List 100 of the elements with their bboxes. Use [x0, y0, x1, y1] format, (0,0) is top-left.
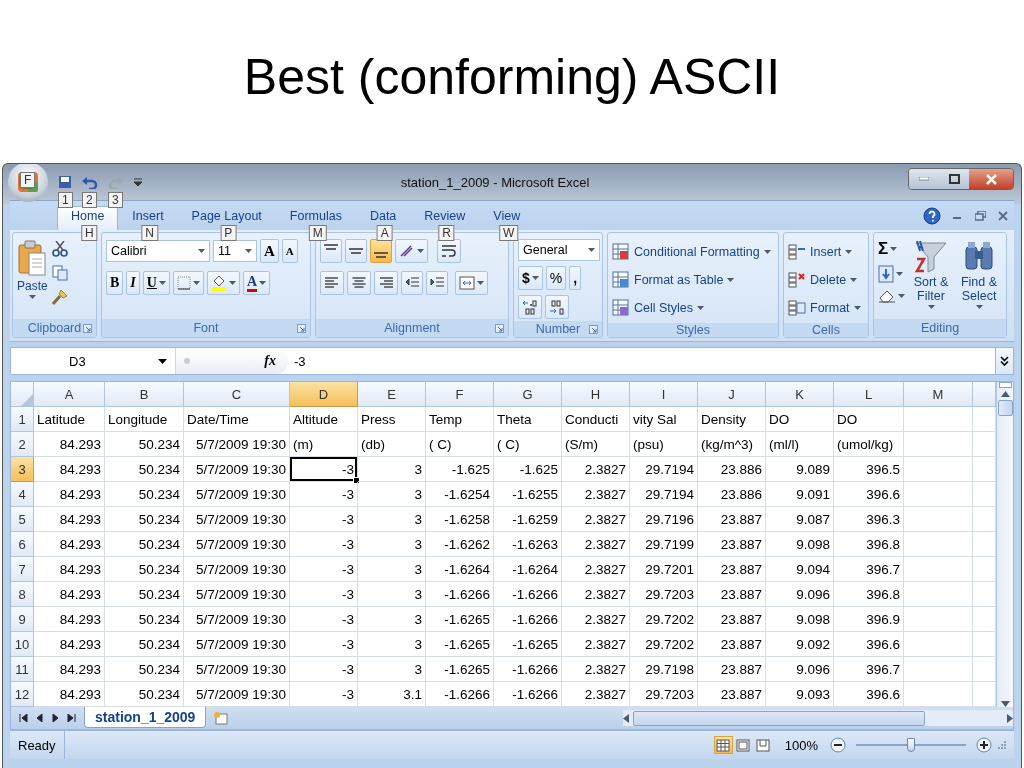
last-sheet-icon[interactable]	[67, 714, 76, 722]
currency-button[interactable]: $	[518, 266, 543, 290]
align-right-button[interactable]	[374, 271, 398, 295]
close-workbook-icon[interactable]	[998, 210, 1008, 221]
wrap-text-button[interactable]	[437, 239, 461, 263]
column-header[interactable]: G	[494, 382, 562, 407]
align-left-button[interactable]	[320, 271, 344, 295]
row-header[interactable]: 8	[11, 582, 34, 607]
cut-button[interactable]	[51, 241, 68, 257]
zoom-in-button[interactable]	[976, 737, 992, 753]
dialog-launcher-icon[interactable]	[495, 323, 504, 333]
table-cell: 5/7/2009 19:30	[184, 607, 290, 632]
delete-button[interactable]: Delete	[788, 267, 861, 293]
view-button[interactable]	[753, 736, 773, 754]
vertical-align-button[interactable]	[370, 239, 392, 263]
row-header[interactable]: 7	[11, 557, 34, 582]
autosum-button[interactable]: Σ	[878, 239, 905, 259]
increase-indent-button[interactable]	[426, 271, 448, 295]
underline-button[interactable]: U	[142, 271, 170, 295]
quick-access-button[interactable]	[82, 175, 98, 189]
conditional-formatting-button[interactable]: Conditional Formatting	[612, 239, 771, 265]
row-header[interactable]: 5	[11, 507, 34, 532]
scrollbar-thumb[interactable]	[997, 400, 1013, 416]
clear-button[interactable]	[878, 289, 905, 303]
column-header[interactable]: L	[834, 382, 904, 407]
row-header[interactable]: 12	[11, 682, 34, 707]
format-as-table-button[interactable]: Format as Table	[612, 267, 771, 293]
column-header[interactable]: D	[290, 382, 358, 407]
view-button[interactable]	[733, 736, 753, 754]
format-painter-button[interactable]	[51, 289, 68, 305]
fill-color-button[interactable]	[206, 271, 240, 295]
column-header[interactable]: F	[426, 382, 494, 407]
column-header[interactable]: M	[904, 382, 973, 407]
increase-decimal-button[interactable]	[518, 295, 542, 319]
borders-button[interactable]	[172, 271, 204, 295]
column-header[interactable]: K	[766, 382, 834, 407]
copy-button[interactable]	[51, 265, 68, 281]
row-header[interactable]: 2	[11, 432, 34, 457]
number-format-field[interactable]: General	[518, 239, 600, 261]
column-header[interactable]: A	[34, 382, 105, 407]
insert-sheet-button[interactable]	[212, 711, 231, 725]
italic-button[interactable]: I	[126, 271, 140, 295]
cell-styles-button[interactable]: Cell Styles	[612, 295, 771, 321]
row-header[interactable]: 6	[11, 532, 34, 557]
orientation-button[interactable]	[395, 239, 428, 263]
decrease-indent-button[interactable]	[401, 271, 423, 295]
percent-button[interactable]: %	[545, 266, 567, 290]
customize-toolbar-icon[interactable]	[134, 178, 142, 186]
restore-workbook-icon[interactable]	[975, 210, 986, 221]
merge-button[interactable]	[455, 271, 488, 295]
sort-filter-button[interactable]: Sort & Filter	[909, 239, 953, 317]
find-select-button[interactable]: Find & Select	[957, 239, 1001, 317]
vertical-scrollbar[interactable]	[996, 382, 1013, 707]
zoom-out-button[interactable]	[830, 737, 846, 753]
insert-button[interactable]: Insert	[788, 239, 861, 265]
expand-formula-bar-button[interactable]	[995, 348, 1013, 374]
font-size-field[interactable]: 11	[213, 240, 257, 262]
grow-font-button[interactable]: A	[260, 239, 279, 263]
row-header[interactable]: 4	[11, 482, 34, 507]
row-header[interactable]: 11	[11, 657, 34, 682]
shrink-font-button[interactable]: A	[281, 239, 298, 263]
quick-access-button[interactable]	[58, 175, 72, 189]
zoom-slider-thumb[interactable]	[907, 738, 915, 752]
maximize-button[interactable]	[939, 169, 969, 189]
column-header[interactable]: I	[630, 382, 698, 407]
table-cell: -3	[290, 557, 358, 582]
bold-button[interactable]: B	[106, 271, 124, 295]
zoom-level[interactable]: 100%	[784, 737, 818, 753]
dialog-launcher-icon[interactable]	[83, 323, 92, 333]
vertical-align-button[interactable]	[320, 239, 342, 263]
previous-sheet-icon[interactable]	[35, 714, 44, 722]
decrease-decimal-button[interactable]	[545, 295, 569, 319]
format-button[interactable]: Format	[788, 295, 861, 321]
font-color-button[interactable]: A	[242, 271, 271, 295]
fill-button[interactable]	[878, 265, 905, 283]
center-button[interactable]	[347, 271, 371, 295]
row-header[interactable]: 10	[11, 632, 34, 657]
column-header[interactable]: C	[184, 382, 290, 407]
row-header[interactable]: 3	[11, 457, 34, 482]
next-sheet-icon[interactable]	[51, 714, 60, 722]
paste-button[interactable]: Paste	[17, 239, 48, 317]
vertical-align-button[interactable]	[345, 239, 367, 263]
scrollbar-thumb[interactable]	[633, 710, 925, 726]
column-header[interactable]: J	[698, 382, 766, 407]
help-icon[interactable]	[923, 206, 941, 225]
row-header[interactable]: 9	[11, 607, 34, 632]
close-button[interactable]	[969, 169, 1013, 189]
sheet-tab[interactable]: station_1_2009	[84, 706, 207, 728]
comma-button[interactable]: ,	[569, 266, 582, 290]
copy-icon	[51, 265, 68, 281]
column-header[interactable]: H	[562, 382, 630, 407]
column-header[interactable]: E	[358, 382, 426, 407]
dialog-launcher-icon[interactable]	[589, 324, 598, 334]
font-name-field[interactable]: Calibri	[106, 240, 210, 262]
column-header[interactable]: B	[105, 382, 184, 407]
dialog-launcher-icon[interactable]	[297, 323, 306, 333]
row-header[interactable]: 1	[11, 407, 34, 432]
first-sheet-icon[interactable]	[19, 714, 28, 722]
view-button[interactable]	[713, 736, 733, 754]
horizontal-scrollbar[interactable]	[623, 710, 1013, 726]
